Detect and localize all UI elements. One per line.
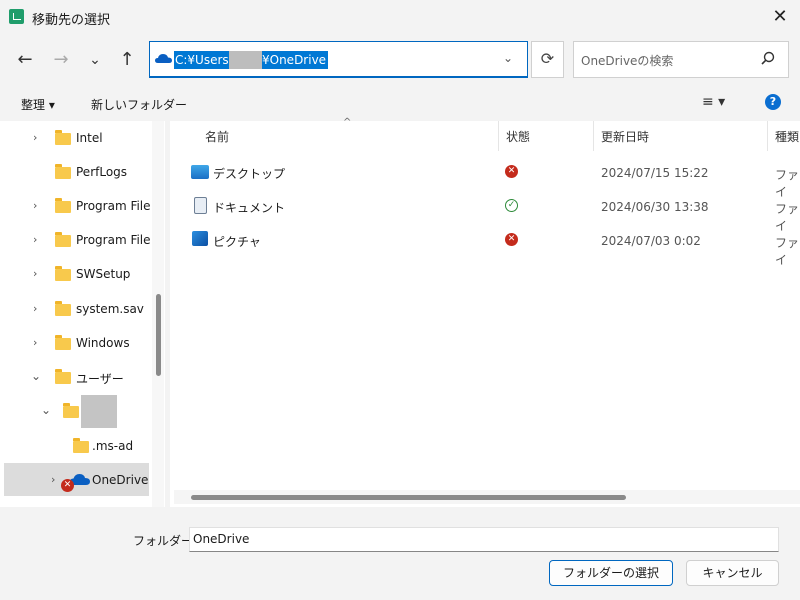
sort-ascending-icon: ^ (343, 117, 352, 128)
horizontal-scrollbar-thumb[interactable] (191, 495, 626, 500)
column-divider[interactable] (593, 121, 594, 151)
select-folder-button[interactable]: フォルダーの選択 (549, 560, 673, 586)
folder-icon (55, 369, 71, 384)
folder-icon (55, 266, 71, 281)
folder-icon (63, 403, 79, 418)
back-button[interactable]: ← (12, 47, 38, 73)
tree-item-users[interactable]: ユーザー (76, 370, 124, 387)
search-input[interactable]: OneDriveの検索 (581, 52, 673, 69)
tree-item-onedrive[interactable]: OneDrive (92, 473, 148, 487)
column-header-status[interactable]: 状態 (506, 128, 530, 145)
expand-chevron-icon[interactable]: › (33, 131, 37, 144)
file-modified: 2024/07/15 15:22 (601, 166, 709, 180)
folder-icon (73, 438, 89, 453)
up-button[interactable]: ↑ (114, 47, 140, 73)
file-name[interactable]: ピクチャ (213, 233, 261, 250)
refresh-button[interactable]: ⟳ (531, 41, 564, 78)
file-modified: 2024/07/03 0:02 (601, 234, 701, 248)
tree-item-program-files[interactable]: Program Files (76, 199, 151, 213)
expand-chevron-icon[interactable]: › (33, 199, 37, 212)
title-bar (0, 0, 800, 36)
file-name[interactable]: デスクトップ (213, 165, 285, 182)
sync-error-icon: ✕ (505, 165, 518, 178)
app-icon (9, 9, 24, 24)
sync-error-icon: ✕ (61, 479, 74, 492)
file-type: ファイ (775, 236, 800, 267)
view-options-button[interactable]: ≡ ▾ (702, 94, 725, 110)
folder-icon (55, 198, 71, 213)
window-title: 移動先の選択 (32, 13, 111, 28)
column-divider[interactable] (498, 121, 499, 151)
forward-button[interactable]: → (48, 47, 74, 73)
new-folder-button[interactable]: 新しいフォルダー (91, 96, 187, 113)
file-name[interactable]: ドキュメント (213, 199, 285, 216)
tree-item-program-files-x86[interactable]: Program Files (76, 233, 151, 247)
expand-chevron-icon[interactable]: › (33, 267, 37, 280)
tree-scrollbar-thumb[interactable] (156, 294, 161, 376)
tree-item-swsetup[interactable]: SWSetup (76, 267, 130, 281)
file-type: ファイ (775, 168, 800, 199)
organize-menu[interactable]: 整理 ▾ (21, 96, 55, 113)
sync-error-icon: ✕ (505, 233, 518, 246)
folder-icon (55, 301, 71, 316)
column-header-type[interactable]: 種類 (775, 128, 799, 145)
sync-ok-icon: ✓ (505, 199, 518, 212)
documents-folder-icon (194, 197, 207, 214)
expand-chevron-icon[interactable]: › (51, 473, 55, 486)
folder-name-input[interactable]: OneDrive (189, 527, 779, 552)
folder-icon (55, 335, 71, 350)
expand-chevron-icon[interactable]: › (33, 233, 37, 246)
expand-chevron-icon[interactable]: › (33, 336, 37, 349)
redacted-user-folder[interactable] (81, 395, 117, 428)
onedrive-cloud-icon (155, 54, 172, 63)
close-button[interactable]: ✕ (768, 6, 792, 28)
address-dropdown-icon[interactable]: ⌄ (500, 51, 516, 69)
pictures-folder-icon (192, 231, 208, 246)
search-icon[interactable] (760, 50, 776, 66)
address-path-part[interactable]: C:¥Users¥ (174, 51, 238, 69)
column-header-name[interactable]: 名前 (205, 128, 229, 145)
tree-item-windows[interactable]: Windows (76, 336, 130, 350)
folder-icon (55, 232, 71, 247)
folder-field-label: フォルダー: (133, 534, 198, 548)
expand-chevron-icon[interactable]: › (33, 302, 37, 315)
folder-icon (55, 164, 71, 179)
recent-locations-button[interactable]: ⌄ (82, 47, 108, 73)
address-path-part[interactable]: ¥OneDrive (262, 51, 329, 69)
tree-item-ms-ad[interactable]: .ms-ad (92, 439, 133, 453)
tree-item-system-sav[interactable]: system.sav (76, 302, 144, 316)
collapse-chevron-icon[interactable]: ⌄ (41, 403, 51, 417)
cancel-button[interactable]: キャンセル (686, 560, 779, 586)
column-header-modified[interactable]: 更新日時 (601, 128, 649, 145)
file-type: ファイ (775, 202, 800, 233)
help-icon[interactable]: ? (765, 94, 781, 110)
desktop-folder-icon (191, 165, 209, 179)
redacted-username (229, 51, 262, 69)
tree-item-perflogs[interactable]: PerfLogs (76, 165, 127, 179)
folder-icon (55, 130, 71, 145)
column-divider[interactable] (767, 121, 768, 151)
collapse-chevron-icon[interactable]: ⌄ (31, 369, 41, 383)
file-modified: 2024/06/30 13:38 (601, 200, 709, 214)
tree-item-intel[interactable]: Intel (76, 131, 103, 145)
